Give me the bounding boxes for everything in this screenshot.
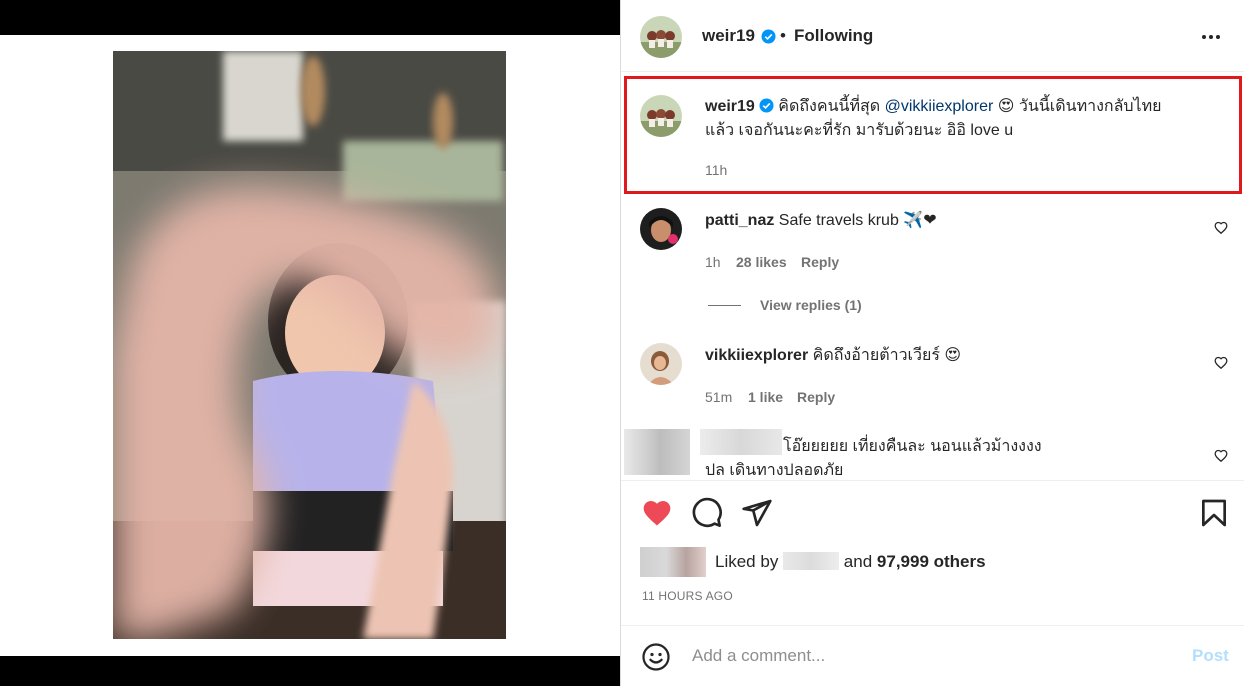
- comment-likes-count[interactable]: 1 like: [748, 389, 783, 405]
- comment-item: vikkiiexplorer คิดถึงอ้ายต้าวเวียร์ 😍: [705, 344, 1195, 368]
- comment-time: 51m: [705, 389, 733, 405]
- caption-author-avatar[interactable]: [640, 95, 682, 137]
- verified-badge-icon: [761, 29, 776, 44]
- verified-badge-icon: [759, 98, 774, 113]
- comment-like-heart-icon[interactable]: [1214, 356, 1228, 370]
- following-button[interactable]: Following: [794, 26, 873, 46]
- comment-bubble-icon[interactable]: [691, 497, 723, 529]
- liked-by-avatars[interactable]: [640, 547, 706, 577]
- post-media-pane: [0, 0, 620, 686]
- likes-count[interactable]: 97,999 others: [877, 552, 986, 571]
- comment-emoji: 😍: [944, 347, 962, 364]
- caption-text-end: วันนี้เดินทางกลับไทย: [1018, 98, 1162, 115]
- commenter-avatar[interactable]: [640, 343, 682, 385]
- comment-text: คิดถึงอ้ายต้าวเวียร์: [812, 347, 940, 364]
- caption-username[interactable]: weir19: [705, 98, 755, 115]
- bookmark-icon[interactable]: [1198, 497, 1230, 529]
- paper-plane-icon[interactable]: [741, 497, 773, 529]
- post-details-pane: weir19 • Following weir19 คิดถึงคนนี้ที่: [620, 0, 1244, 686]
- commenter-avatar[interactable]: [640, 208, 682, 250]
- more-horizontal-icon[interactable]: [1199, 27, 1223, 47]
- caption-time: 11h: [705, 162, 728, 178]
- comment-text-line2-wrap: ปล เดินทางปลอดภัย: [705, 459, 1125, 479]
- comment-like-heart-icon[interactable]: [1214, 449, 1228, 463]
- blurred-username: [700, 429, 782, 455]
- smiley-icon[interactable]: [641, 642, 671, 672]
- caption-text-start: คิดถึงคนนี้ที่สุด: [778, 98, 881, 115]
- comment-text: ปล เดินทางปลอดภัย: [705, 462, 844, 479]
- header-separator: •: [780, 26, 786, 45]
- comment-text: โอ๊ยยยยย เที่ยงคืนละ นอนแล้วม้างงงง: [783, 438, 1042, 455]
- caption-text-line2: แล้ว เจอกันนะคะที่รัก มารับด้วยนะ อิอิ l…: [705, 122, 1014, 139]
- comment-item: โอ๊ยยยยย เที่ยงคืนละ นอนแล้วม้างงงง: [783, 435, 1203, 459]
- comment-username[interactable]: patti_naz: [705, 212, 774, 229]
- comment-likes-count[interactable]: 28 likes: [736, 254, 787, 270]
- comment-item: patti_naz Safe travels krub ✈️❤: [705, 209, 1195, 233]
- comment-text: Safe travels krub: [778, 212, 899, 229]
- blurred-avatar: [624, 429, 690, 475]
- view-replies-button[interactable]: View replies (1): [760, 297, 862, 313]
- author-username[interactable]: weir19: [702, 26, 755, 46]
- likes-prefix: Liked by: [715, 552, 779, 571]
- comment-time: 1h: [705, 254, 721, 270]
- likes-middle: and: [843, 552, 873, 571]
- letterbox-top: [0, 0, 620, 35]
- post-photo-image: [113, 51, 506, 639]
- caption-mention-link[interactable]: @vikkiiexplorer: [885, 98, 994, 115]
- comment-username[interactable]: vikkiiexplorer: [705, 347, 808, 364]
- post-header: weir19 • Following: [621, 0, 1244, 72]
- instagram-post-viewer: weir19 • Following weir19 คิดถึงคนนี้ที่: [0, 0, 1244, 686]
- heart-filled-icon[interactable]: [641, 497, 673, 529]
- add-comment-bar: Add a comment... Post: [621, 625, 1244, 686]
- post-comment-button[interactable]: Post: [1192, 646, 1229, 666]
- add-comment-input[interactable]: Add a comment...: [692, 646, 825, 666]
- heart-eyes-emoji: 😍: [997, 98, 1015, 115]
- comment-like-heart-icon[interactable]: [1214, 221, 1228, 235]
- blurred-liker-name: [783, 552, 840, 570]
- comment-reply-button[interactable]: Reply: [797, 389, 835, 405]
- post-caption: weir19 คิดถึงคนนี้ที่สุด @vikkiiexplorer…: [705, 95, 1215, 143]
- author-avatar[interactable]: [640, 16, 682, 58]
- post-timestamp[interactable]: 11 HOURS AGO: [642, 589, 733, 603]
- view-replies-line: [708, 305, 741, 306]
- likes-summary[interactable]: Liked by and 97,999 others: [715, 552, 986, 572]
- letterbox-bottom: [0, 656, 620, 686]
- comment-reply-button[interactable]: Reply: [801, 254, 839, 270]
- post-photo[interactable]: [113, 51, 506, 639]
- actions-divider: [621, 480, 1244, 481]
- comment-emoji: ✈️❤: [903, 212, 937, 229]
